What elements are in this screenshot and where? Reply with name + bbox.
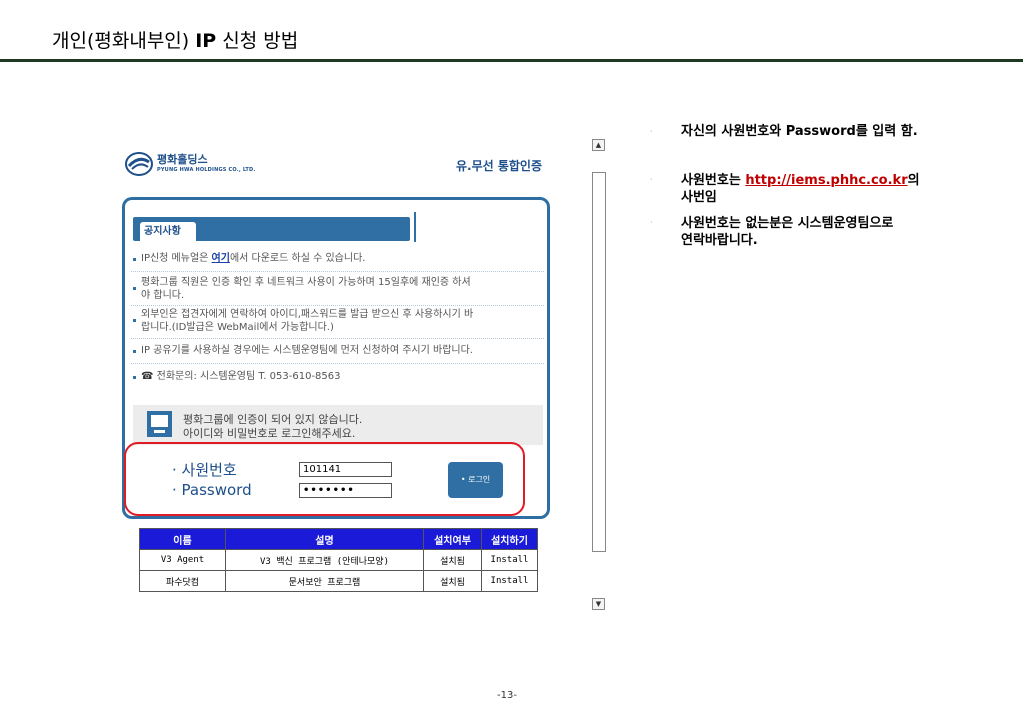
notice-separator [131, 271, 544, 272]
bullet-icon [133, 287, 136, 290]
notice-item: 외부인은 접견자에게 연락하여 아이디,패스워드를 발급 받으신 후 사용하시기… [133, 309, 543, 335]
notice-item: IP신청 메뉴얼은 여기에서 다운로드 하실 수 있습니다. [133, 253, 543, 267]
scroll-up-button[interactable]: ▲ [592, 139, 605, 151]
login-button[interactable]: • 로그인 [448, 462, 503, 498]
install-link[interactable]: Install [481, 570, 538, 592]
slide-title-suffix: 신청 방법 [222, 30, 299, 52]
table-row: V3 Agent V3 백신 프로그램 (안테나모양) 설치됨 Install [139, 549, 538, 571]
notice-tab-edge [414, 212, 416, 242]
employee-number-input[interactable]: 101141 [299, 462, 392, 477]
instruction-item-1: 자신의 사원번호와 Password를 입력 함. [681, 124, 918, 139]
table-header-row: 이름 설명 설치여부 설치하기 [139, 528, 538, 550]
company-name-english: PYUNG HWA HOLDINGS CO., LTD. [157, 167, 256, 173]
software-description: 문서보안 프로그램 [225, 570, 424, 592]
password-label: · Password [172, 481, 252, 499]
employee-number-label: · 사원번호 [172, 461, 237, 479]
table-row: 파수닷컴 문서보안 프로그램 설치됨 Install [139, 570, 538, 592]
column-header: 설명 [225, 528, 424, 550]
install-link[interactable]: Install [481, 549, 538, 571]
instruction-item-3: 사원번호는 없는분은 시스템운영팀으로 [681, 216, 894, 231]
company-name-korean: 평화홀딩스 [157, 153, 208, 166]
bullet-icon: · [650, 127, 653, 136]
page-number: -13- [497, 690, 517, 701]
software-table: 이름 설명 설치여부 설치하기 V3 Agent V3 백신 프로그램 (안테나… [139, 528, 538, 592]
manual-download-link[interactable]: 여기 [212, 253, 230, 264]
bullet-icon [133, 350, 136, 353]
notice-tab[interactable]: 공지사항 [140, 222, 196, 242]
notice-item: 평화그룹 직원은 인증 확인 후 네트워크 사용이 가능하며 15일후에 재인증… [133, 277, 543, 303]
phone-icon: ☎ [141, 371, 154, 382]
software-name: V3 Agent [139, 549, 226, 571]
iems-link[interactable]: http://iems.phhc.co.kr [745, 173, 907, 188]
bullet-icon: · [650, 175, 653, 184]
notice-separator [131, 338, 544, 339]
install-status: 설치됨 [423, 549, 482, 571]
slide-title-bold: IP [195, 30, 217, 52]
status-message-line2: 아이디와 비밀번호로 로그인해주세요. [183, 427, 356, 440]
notice-separator [131, 363, 544, 364]
slide-title-prefix: 개인(평화내부인) [52, 30, 190, 52]
instruction-item-2: 사원번호는 http://iems.phhc.co.kr의 [681, 173, 920, 188]
auth-title: 유.무선 통합인증 [456, 159, 543, 173]
bullet-icon: · [650, 218, 653, 227]
monitor-icon [147, 411, 172, 437]
instruction-item-3-line2: 연락바랍니다. [681, 233, 758, 248]
title-divider [0, 59, 1023, 62]
software-description: V3 백신 프로그램 (안테나모양) [225, 549, 424, 571]
install-status: 설치됨 [423, 570, 482, 592]
column-header: 이름 [139, 528, 226, 550]
scrollbar-track[interactable] [592, 172, 606, 552]
column-header: 설치여부 [423, 528, 482, 550]
bullet-icon [133, 258, 136, 261]
notice-separator [131, 305, 544, 306]
bullet-icon [133, 319, 136, 322]
instruction-item-2-line2: 사번임 [681, 190, 717, 205]
column-header: 설치하기 [481, 528, 538, 550]
notice-item: ☎ 전화문의: 시스템운영팀 T. 053-610-8563 [133, 371, 543, 385]
slide-title: 개인(평화내부인) IP 신청 방법 [52, 26, 298, 53]
notice-item: IP 공유기를 사용하실 경우에는 시스템운영팀에 먼저 신청하여 주시기 바랍… [133, 345, 543, 359]
bullet-icon [133, 376, 136, 379]
password-input[interactable]: ••••••• [299, 483, 392, 498]
software-name: 파수닷컴 [139, 570, 226, 592]
scroll-down-button[interactable]: ▼ [592, 598, 605, 610]
company-logo-icon [125, 152, 153, 176]
